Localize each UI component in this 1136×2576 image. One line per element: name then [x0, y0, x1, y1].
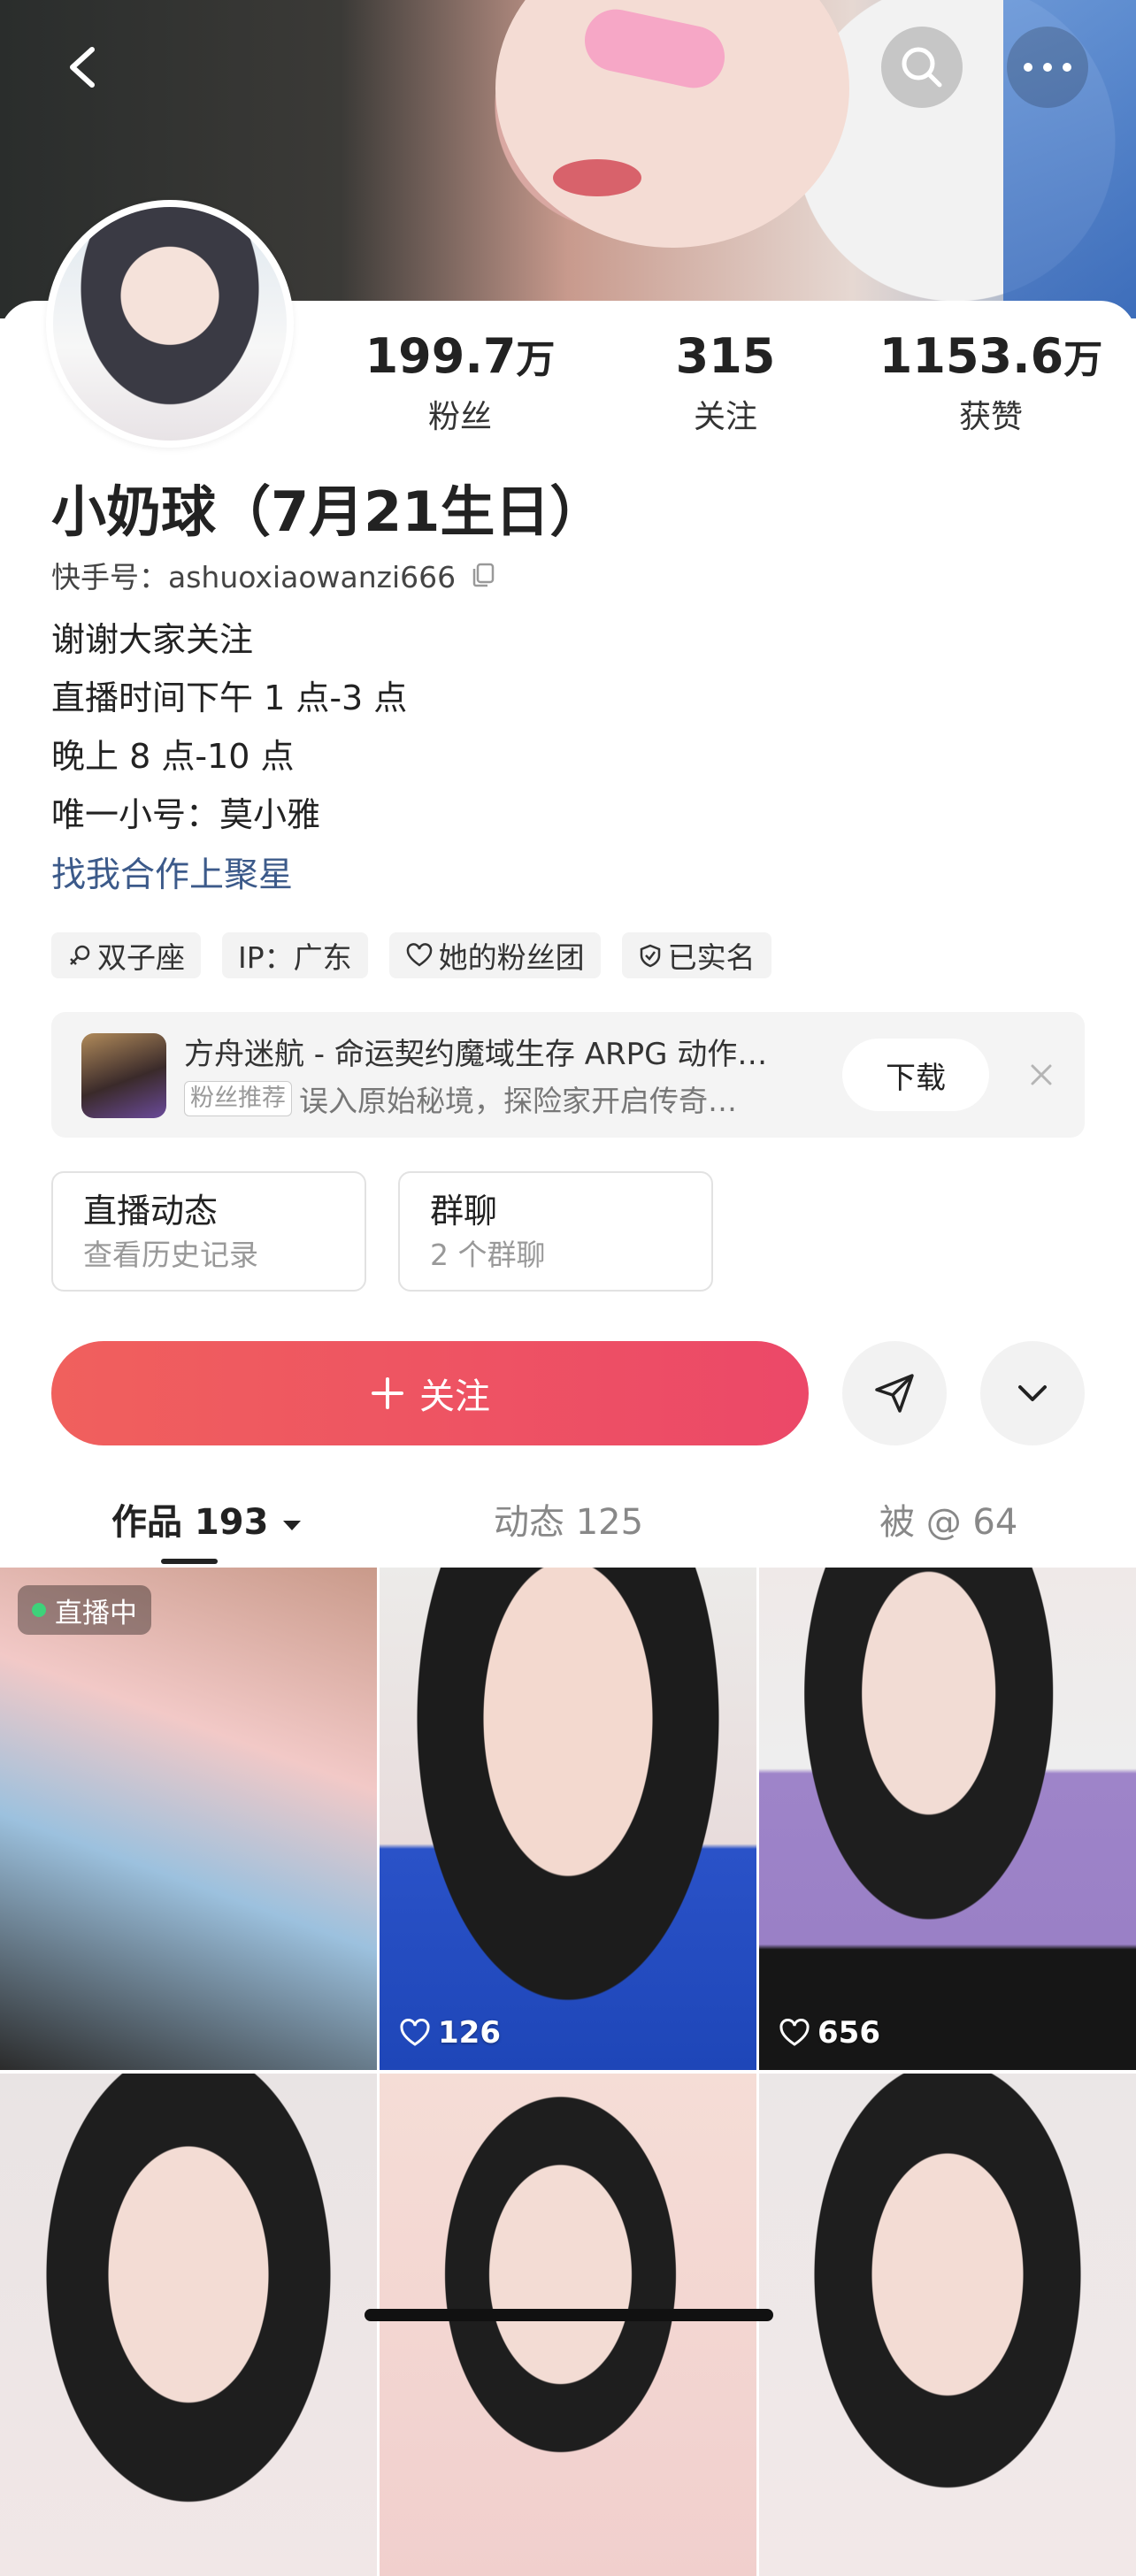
video-tile[interactable] — [380, 2074, 756, 2576]
live-history-card[interactable]: 直播动态 查看历史记录 — [51, 1171, 366, 1292]
tag-verified[interactable]: 已实名 — [621, 932, 771, 978]
heart-icon — [779, 2019, 810, 2046]
tab-moments[interactable]: 动态 125 — [494, 1493, 643, 1545]
banner-lips — [553, 159, 641, 196]
profile-tags: 双子座 IP：广东 她的粉丝团 已实名 — [51, 932, 771, 978]
kuaishou-id: 快手号：ashuoxiaowanzi666 — [51, 560, 457, 594]
stat-likes-number: 1153.6 — [879, 328, 1064, 384]
bio-line: 谢谢大家关注 — [51, 620, 254, 659]
stat-likes-label: 获赞 — [958, 399, 1023, 435]
tag-zodiac-label: 双子座 — [97, 940, 185, 975]
game-ad-banner[interactable]: 方舟迷航 - 命运契约魔域生存 ARPG 动作… 粉丝推荐 误入原始秘境，探险家… — [51, 1012, 1085, 1138]
stat-fans-unit: 万 — [516, 337, 556, 382]
ad-subtitle: 误入原始秘境，探险家开启传奇… — [299, 1084, 737, 1118]
kuaishou-id-row[interactable]: 快手号：ashuoxiaowanzi666 — [51, 554, 496, 596]
gender-icon — [70, 945, 90, 965]
tag-ip: IP：广东 — [222, 932, 368, 978]
shield-icon — [640, 944, 660, 968]
follow-label: 关注 — [419, 1376, 490, 1417]
follow-button[interactable]: 关注 — [51, 1341, 809, 1445]
stat-fans-number: 199.7 — [365, 328, 517, 384]
search-icon — [902, 47, 942, 88]
caret-down-icon — [283, 1521, 302, 1530]
like-count: 126 — [399, 2015, 501, 2051]
active-tab-underline — [161, 1559, 218, 1564]
cooperation-link[interactable]: 找我合作上聚星 — [51, 847, 293, 897]
tab-mentions[interactable]: 被 @ 64 — [879, 1493, 1017, 1545]
live-history-title: 直播动态 — [83, 1192, 219, 1230]
ad-title: 方舟迷航 - 命运契约魔域生存 ARPG 动作… — [184, 1037, 768, 1072]
bio: 谢谢大家关注 直播时间下午 1 点-3 点 晚上 8 点-10 点 唯一小号：莫… — [51, 610, 407, 844]
bio-line: 晚上 8 点-10 点 — [51, 737, 295, 776]
home-indicator[interactable] — [365, 2309, 773, 2321]
tag-fan-club[interactable]: 她的粉丝团 — [388, 932, 601, 978]
live-history-sub: 查看历史记录 — [83, 1238, 258, 1272]
tag-ip-label: IP：广东 — [238, 940, 352, 975]
more-options-button[interactable] — [980, 1341, 1085, 1445]
heart-icon — [400, 2019, 430, 2046]
bio-line: 直播时间下午 1 点-3 点 — [51, 678, 408, 717]
more-dots-icon — [1024, 63, 1071, 72]
tag-zodiac[interactable]: 双子座 — [51, 932, 201, 978]
avatar-image — [53, 207, 287, 441]
like-count-value: 126 — [438, 2015, 501, 2051]
video-tile[interactable]: 直播中 — [0, 1568, 377, 2070]
tag-verified-label: 已实名 — [667, 940, 756, 975]
search-button[interactable] — [881, 27, 963, 108]
group-chat-sub: 2 个群聊 — [430, 1238, 546, 1272]
stat-fans[interactable]: 199.7万 粉丝 — [345, 327, 575, 437]
video-tile[interactable]: 126 — [380, 1568, 756, 2070]
group-chat-title: 群聊 — [430, 1192, 498, 1230]
ad-download-button[interactable]: 下载 — [842, 1039, 989, 1111]
stat-likes[interactable]: 1153.6万 获赞 — [876, 327, 1106, 437]
ad-close-button[interactable] — [1019, 1053, 1063, 1097]
stat-following-number: 315 — [675, 328, 776, 384]
live-badge: 直播中 — [18, 1585, 151, 1635]
tab-works-label: 作品 193 — [111, 1502, 269, 1543]
copy-icon[interactable] — [470, 562, 496, 588]
close-icon — [1031, 1064, 1052, 1085]
stat-following[interactable]: 315 关注 — [610, 327, 840, 437]
group-chat-card[interactable]: 群聊 2 个群聊 — [398, 1171, 713, 1292]
stat-fans-label: 粉丝 — [427, 399, 492, 435]
tab-works[interactable]: 作品 193 — [111, 1493, 303, 1545]
ad-badge: 粉丝推荐 — [184, 1081, 292, 1116]
chevron-left-icon — [70, 47, 95, 88]
more-button[interactable] — [1007, 27, 1088, 108]
chevron-down-icon — [1018, 1385, 1047, 1401]
game-icon — [81, 1033, 166, 1118]
like-count-value: 656 — [817, 2015, 880, 2051]
plus-icon — [372, 1377, 403, 1409]
content-tabs: 作品 193 动态 125 被 @ 64 — [0, 1483, 1136, 1564]
avatar[interactable] — [46, 200, 294, 448]
ad-subtitle-row: 粉丝推荐 误入原始秘境，探险家开启传奇… — [184, 1077, 737, 1120]
profile-name: 小奶球（7月21生日） — [51, 479, 605, 544]
live-dot-icon — [32, 1603, 46, 1617]
like-count: 656 — [779, 2015, 880, 2051]
heart-icon — [406, 943, 432, 967]
bio-line: 唯一小号：莫小雅 — [51, 795, 321, 834]
send-icon — [875, 1374, 914, 1413]
video-tile[interactable]: 656 — [759, 1568, 1136, 2070]
stat-following-label: 关注 — [693, 399, 757, 435]
live-label: 直播中 — [55, 1597, 137, 1629]
video-tile[interactable] — [759, 2074, 1136, 2576]
back-button[interactable] — [44, 27, 126, 108]
stats-row: 199.7万 粉丝 315 关注 1153.6万 获赞 — [345, 327, 1106, 437]
stat-likes-unit: 万 — [1063, 337, 1103, 382]
tag-fan-club-label: 她的粉丝团 — [438, 940, 585, 975]
share-button[interactable] — [842, 1341, 947, 1445]
video-tile[interactable] — [0, 2074, 377, 2576]
